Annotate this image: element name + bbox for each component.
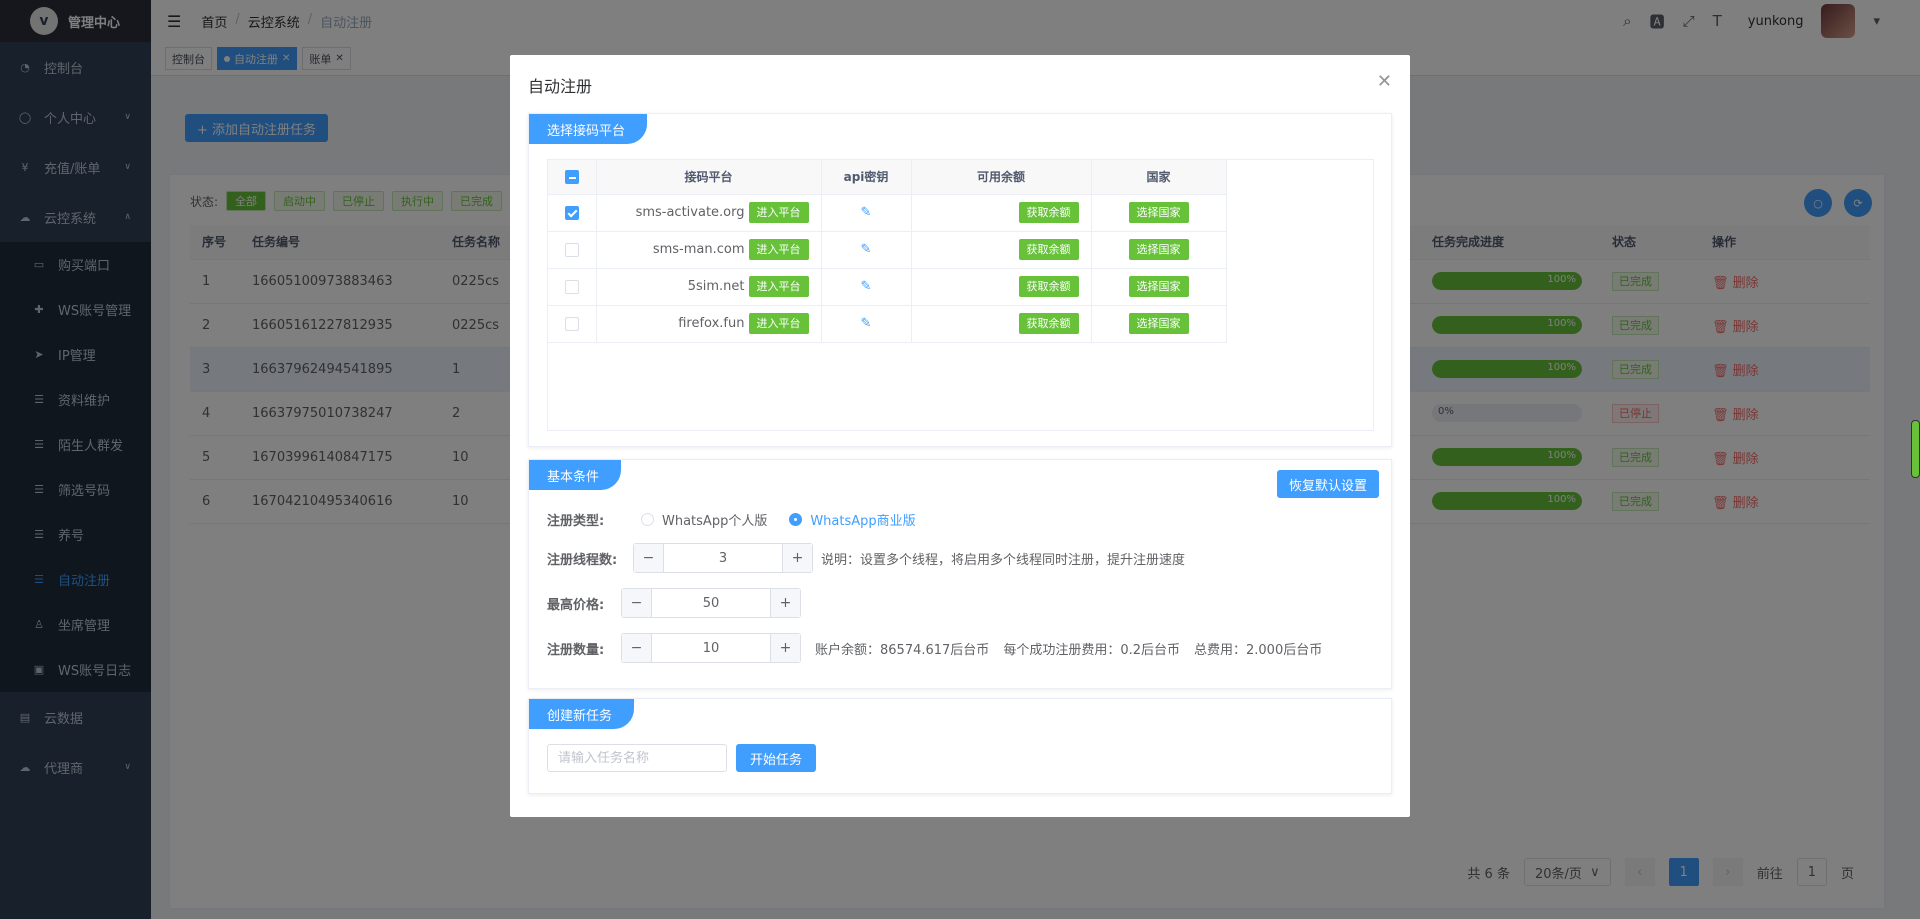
count-stepper[interactable]: − 10 +	[621, 633, 801, 663]
minus-icon[interactable]: −	[622, 634, 652, 662]
threads-value[interactable]: 3	[664, 544, 782, 572]
select-country-button[interactable]: 选择国家	[1128, 313, 1189, 334]
reg-type-row: 注册类型: WhatsApp个人版 WhatsApp商业版	[547, 510, 938, 529]
price-label: 最高价格:	[547, 597, 605, 613]
task-name-input[interactable]	[547, 744, 727, 772]
platform-name: firefox.fun	[678, 316, 745, 331]
enter-platform-button[interactable]: 进入平台	[748, 239, 809, 260]
restore-defaults-button[interactable]: 恢复默认设置	[1276, 470, 1379, 498]
cell-balance: 获取余额	[911, 305, 1092, 343]
row-checkbox[interactable]	[564, 316, 579, 331]
enter-platform-button[interactable]: 进入平台	[748, 276, 809, 297]
select-country-button[interactable]: 选择国家	[1128, 202, 1189, 223]
cell-platform: sms-man.com 进入平台	[596, 231, 822, 269]
get-balance-button[interactable]: 获取余额	[1018, 313, 1079, 334]
column-header: api密钥	[821, 160, 912, 195]
price-row: 最高价格: − 50 +	[547, 588, 801, 618]
radio-whatsapp-business[interactable]: WhatsApp商业版	[789, 510, 916, 529]
cell-platform: firefox.fun 进入平台	[596, 305, 822, 343]
section-ribbon: 选择接码平台	[529, 114, 648, 144]
radio-label: WhatsApp商业版	[810, 514, 916, 529]
platform-table: 接码平台 api密钥 可用余额 国家 sms-activate.org 进入平台 ✎…	[548, 160, 1227, 343]
select-country-button[interactable]: 选择国家	[1128, 239, 1189, 260]
edit-icon[interactable]: ✎	[861, 316, 872, 331]
cell-api-key: ✎	[821, 305, 912, 343]
row-select-cell	[548, 305, 597, 343]
select-all-cell	[548, 160, 597, 195]
section-ribbon: 创建新任务	[529, 699, 635, 729]
threads-note: 说明：设置多个线程，将启用多个线程同时注册，提升注册速度	[821, 552, 1186, 568]
cell-balance: 获取余额	[911, 231, 1092, 269]
row-select-cell	[548, 268, 597, 306]
platform-table-frame: 接码平台 api密钥 可用余额 国家 sms-activate.org 进入平台 ✎…	[547, 159, 1374, 431]
radio-whatsapp-personal[interactable]: WhatsApp个人版	[641, 510, 767, 529]
edit-icon[interactable]: ✎	[861, 205, 872, 220]
create-task-section: 创建新任务 开始任务	[528, 698, 1392, 794]
reg-type-label: 注册类型:	[547, 514, 605, 529]
cell-country: 选择国家	[1091, 305, 1227, 343]
threads-label: 注册线程数:	[547, 552, 618, 568]
edit-icon[interactable]: ✎	[861, 279, 872, 294]
cell-platform: sms-activate.org 进入平台	[596, 194, 822, 232]
enter-platform-button[interactable]: 进入平台	[748, 202, 809, 223]
platform-row[interactable]: sms-man.com 进入平台 ✎ 获取余额 选择国家	[548, 231, 1227, 269]
cell-platform: 5sim.net 进入平台	[596, 268, 822, 306]
plus-icon[interactable]: +	[782, 544, 812, 572]
select-country-button[interactable]: 选择国家	[1128, 276, 1189, 297]
minus-icon[interactable]: −	[634, 544, 664, 572]
enter-platform-button[interactable]: 进入平台	[748, 313, 809, 334]
cell-country: 选择国家	[1091, 268, 1227, 306]
account-balance: 账户余额：86574.617后台币	[815, 642, 990, 658]
get-balance-button[interactable]: 获取余额	[1018, 239, 1079, 260]
price-stepper[interactable]: − 50 +	[621, 588, 801, 618]
total-fee: 总费用：2.000后台币	[1194, 642, 1323, 658]
price-value[interactable]: 50	[652, 589, 770, 617]
column-header: 可用余额	[911, 160, 1092, 195]
minus-icon[interactable]: −	[622, 589, 652, 617]
start-task-button[interactable]: 开始任务	[736, 744, 817, 772]
per-reg-fee: 每个成功注册费用：0.2后台币	[1003, 642, 1180, 658]
platform-row[interactable]: firefox.fun 进入平台 ✎ 获取余额 选择国家	[548, 305, 1227, 343]
count-row: 注册数量: − 10 + 账户余额：86574.617后台币 每个成功注册费用：…	[547, 633, 1322, 663]
count-value[interactable]: 10	[652, 634, 770, 662]
platform-name: sms-activate.org	[635, 205, 745, 220]
auto-register-dialog: 自动注册 ✕ 选择接码平台 接码平台 api密钥 可用余额 国家 sms-act…	[510, 55, 1410, 817]
scroll-indicator[interactable]	[1911, 420, 1920, 478]
section-ribbon: 基本条件	[529, 460, 622, 490]
platform-name: sms-man.com	[652, 242, 745, 257]
cell-balance: 获取余额	[911, 268, 1092, 306]
radio-circle	[789, 513, 803, 526]
cell-country: 选择国家	[1091, 194, 1227, 232]
edit-icon[interactable]: ✎	[861, 242, 872, 257]
dialog-title: 自动注册	[528, 77, 593, 96]
radio-circle	[641, 513, 654, 526]
column-header: 国家	[1091, 160, 1227, 195]
platform-name: 5sim.net	[687, 279, 745, 294]
count-label: 注册数量:	[547, 642, 605, 658]
threads-row: 注册线程数: − 3 + 说明：设置多个线程，将启用多个线程同时注册，提升注册速…	[547, 543, 1185, 573]
platform-row[interactable]: sms-activate.org 进入平台 ✎ 获取余额 选择国家	[548, 194, 1227, 232]
row-select-cell	[548, 194, 597, 232]
platform-row[interactable]: 5sim.net 进入平台 ✎ 获取余额 选择国家	[548, 268, 1227, 306]
select-all-checkbox[interactable]	[564, 170, 579, 184]
cell-country: 选择国家	[1091, 231, 1227, 269]
close-icon[interactable]: ✕	[1377, 71, 1392, 92]
platform-section: 选择接码平台 接码平台 api密钥 可用余额 国家 sms-activate.o…	[528, 113, 1392, 447]
cell-balance: 获取余额	[911, 194, 1092, 232]
get-balance-button[interactable]: 获取余额	[1018, 276, 1079, 297]
cell-api-key: ✎	[821, 268, 912, 306]
cell-api-key: ✎	[821, 231, 912, 269]
basic-conditions-section: 基本条件 恢复默认设置 注册类型: WhatsApp个人版 WhatsApp商业…	[528, 459, 1392, 689]
cell-api-key: ✎	[821, 194, 912, 232]
plus-icon[interactable]: +	[770, 589, 800, 617]
column-header: 接码平台	[596, 160, 822, 195]
row-checkbox[interactable]	[564, 205, 579, 220]
row-select-cell	[548, 231, 597, 269]
row-checkbox[interactable]	[564, 279, 579, 294]
get-balance-button[interactable]: 获取余额	[1018, 202, 1079, 223]
radio-label: WhatsApp个人版	[662, 514, 768, 529]
plus-icon[interactable]: +	[770, 634, 800, 662]
row-checkbox[interactable]	[564, 242, 579, 257]
threads-stepper[interactable]: − 3 +	[633, 543, 813, 573]
